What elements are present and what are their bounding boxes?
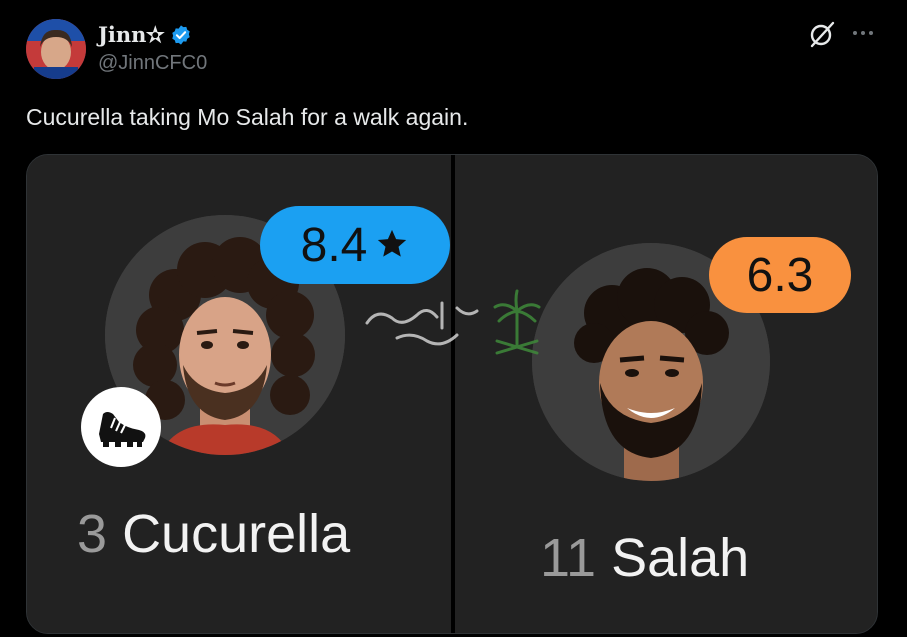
- rating-value: 8.4: [300, 218, 368, 272]
- author-handle[interactable]: @JinnCFC0: [98, 52, 207, 75]
- player-label-cucurella: 3 Cucurella: [77, 503, 350, 565]
- rating-badge-salah: 6.3: [709, 237, 851, 313]
- tweet: Jinn✫ @JinnCFC0 Cucurella taking Mo Sala…: [0, 0, 907, 637]
- football-boot-icon: [81, 387, 161, 467]
- player-card-right: 6.3 11 Salah: [455, 155, 877, 633]
- rating-value: 6.3: [746, 248, 814, 302]
- star-icon: [375, 218, 409, 273]
- grok-icon[interactable]: [808, 20, 836, 48]
- player-number: 3: [77, 504, 108, 564]
- rating-badge-cucurella: 8.4: [260, 206, 450, 284]
- player-name: Cucurella: [122, 504, 351, 564]
- author-name-row[interactable]: Jinn✫: [98, 22, 192, 47]
- verified-badge-icon: [170, 24, 192, 46]
- player-label-salah: 11 Salah: [540, 527, 749, 589]
- player-name: Salah: [611, 528, 750, 588]
- player-card-left: 8.4 3 Cucurella: [27, 155, 451, 633]
- watermark-logo: [357, 283, 547, 363]
- player-number: 11: [540, 528, 597, 588]
- author-avatar[interactable]: [26, 19, 86, 79]
- more-options-icon[interactable]: [850, 20, 876, 46]
- author-display-name[interactable]: Jinn✫: [98, 22, 164, 47]
- tweet-text: Cucurella taking Mo Salah for a walk aga…: [26, 104, 469, 130]
- tweet-media-image[interactable]: 8.4 3 Cucurella 6.3 11 Salah: [26, 154, 878, 634]
